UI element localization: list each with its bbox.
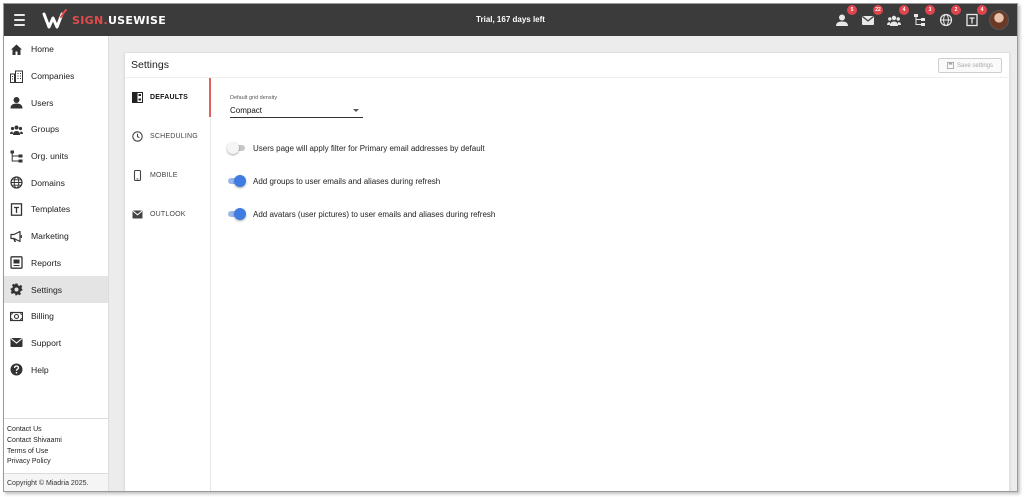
sidebar-item-label: Support [31, 337, 62, 348]
primary-email-filter-toggle[interactable] [227, 142, 246, 154]
sidebar-item-org-units[interactable]: Org. units [4, 143, 108, 170]
sidebar-item-label: Companies [31, 71, 75, 82]
billing-icon [10, 310, 23, 323]
toggle-label: Add groups to user emails and aliases du… [253, 176, 441, 186]
copyright: Copyright © Miadria 2025. [4, 473, 108, 491]
settings-panel: Settings Save settings DEFAULTS SCHEDULI… [124, 52, 1010, 491]
privacy-policy-link[interactable]: Privacy Policy [7, 457, 105, 468]
tab-label: SCHEDULING [150, 133, 198, 140]
tab-defaults[interactable]: DEFAULTS [125, 78, 211, 117]
sidebar-item-label: Groups [31, 124, 60, 135]
clock-icon [132, 131, 143, 142]
primary-email-filter-row: Users page will apply filter for Primary… [227, 142, 485, 154]
menu-icon[interactable] [4, 4, 34, 36]
sidebar-item-companies[interactable]: Companies [4, 63, 108, 90]
add-avatars-row: Add avatars (user pictures) to user emai… [227, 208, 495, 220]
sidebar-item-billing[interactable]: Billing [4, 303, 108, 330]
sidebar-item-groups[interactable]: Groups [4, 116, 108, 143]
grid-density-field: Default grid density Compact [230, 95, 363, 118]
toggle-label: Add avatars (user pictures) to user emai… [253, 209, 496, 219]
top-bar: SIGN.USEWISE Trial, 167 days left 5 22 4… [4, 4, 1017, 36]
gear-icon [10, 283, 23, 296]
defaults-content: Default grid density Compact Users page … [225, 78, 1009, 488]
sidebar-item-label: Marketing [31, 231, 69, 242]
user-icon [10, 96, 23, 109]
sidebar-item-support[interactable]: Support [4, 330, 108, 357]
top-icons: 5 22 4 3 2 4 [833, 4, 1009, 36]
defaults-icon [132, 92, 143, 103]
tab-scheduling[interactable]: SCHEDULING [125, 117, 210, 156]
sidebar-item-home[interactable]: Home [4, 36, 108, 63]
brand-name: SIGN.USEWISE [72, 13, 167, 27]
sidebar-item-marketing[interactable]: Marketing [4, 223, 108, 250]
settings-tabs: DEFAULTS SCHEDULING MOBILE OUTLOOK [125, 78, 211, 491]
app-window: SIGN.USEWISE Trial, 167 days left 5 22 4… [3, 3, 1018, 492]
grid-density-label: Default grid density [230, 95, 278, 101]
chevron-down-icon [353, 109, 359, 112]
contact-us-link[interactable]: Contact Us [7, 425, 105, 436]
sidebar-item-label: Reports [31, 257, 62, 268]
globe-icon [10, 176, 23, 189]
sidebar-item-label: Templates [31, 204, 71, 215]
grid-density-select[interactable]: Compact [230, 104, 363, 118]
add-groups-row: Add groups to user emails and aliases du… [227, 175, 440, 187]
reports-icon [10, 256, 23, 270]
sidebar-item-settings[interactable]: Settings [4, 276, 108, 303]
logo-icon [42, 9, 67, 29]
sidebar-item-label: Users [31, 97, 54, 108]
sidebar-item-label: Domains [31, 177, 65, 188]
users-shortcut-icon[interactable]: 5 [833, 4, 857, 29]
tab-outlook[interactable]: OUTLOOK [125, 195, 210, 234]
sidebar-item-users[interactable]: Users [4, 89, 108, 116]
footer-links: Contact Us Contact Shivaami Terms of Use… [4, 418, 108, 471]
sidebar-item-help[interactable]: Help [4, 356, 108, 383]
tab-label: DEFAULTS [150, 94, 189, 101]
tab-mobile[interactable]: MOBILE [125, 156, 210, 195]
grid-density-value: Compact [230, 106, 263, 115]
megaphone-icon [10, 230, 23, 243]
tab-label: MOBILE [150, 172, 178, 179]
sidebar-item-label: Org. units [31, 151, 69, 162]
sidebar: Home Companies Users Groups Org. units D… [4, 36, 109, 491]
tab-label: OUTLOOK [150, 211, 186, 218]
avatar[interactable] [989, 10, 1009, 30]
sidebar-item-domains[interactable]: Domains [4, 169, 108, 196]
save-settings-button[interactable]: Save settings [938, 58, 1002, 73]
home-icon [10, 43, 23, 56]
help-icon [10, 363, 23, 376]
org-units-shortcut-icon[interactable]: 3 [911, 4, 935, 29]
add-groups-toggle[interactable] [227, 175, 246, 187]
domains-shortcut-icon[interactable]: 2 [937, 4, 961, 29]
sidebar-item-templates[interactable]: Templates [4, 196, 108, 223]
templates-shortcut-icon[interactable]: 4 [963, 4, 987, 29]
toggle-label: Users page will apply filter for Primary… [253, 143, 485, 153]
logo[interactable]: SIGN.USEWISE [42, 4, 166, 36]
mail-shortcut-icon[interactable]: 22 [859, 4, 883, 29]
groups-shortcut-icon[interactable]: 4 [885, 4, 909, 29]
mobile-icon [132, 170, 143, 181]
save-settings-label: Save settings [956, 62, 994, 69]
companies-icon [10, 70, 23, 83]
groups-icon [10, 123, 23, 136]
save-icon [946, 62, 954, 69]
page-title: Settings [131, 59, 169, 71]
mail-icon [132, 209, 143, 220]
org-units-icon [10, 150, 23, 163]
terms-of-use-link[interactable]: Terms of Use [7, 447, 105, 458]
mail-icon [10, 336, 23, 349]
sidebar-item-label: Help [31, 364, 49, 375]
sidebar-item-label: Settings [31, 284, 63, 295]
sidebar-item-reports[interactable]: Reports [4, 250, 108, 277]
sidebar-item-label: Billing [31, 311, 54, 322]
template-icon [10, 203, 23, 216]
add-avatars-toggle[interactable] [227, 208, 246, 220]
sidebar-item-label: Home [31, 44, 54, 55]
contact-shivaami-link[interactable]: Contact Shivaami [7, 436, 105, 447]
